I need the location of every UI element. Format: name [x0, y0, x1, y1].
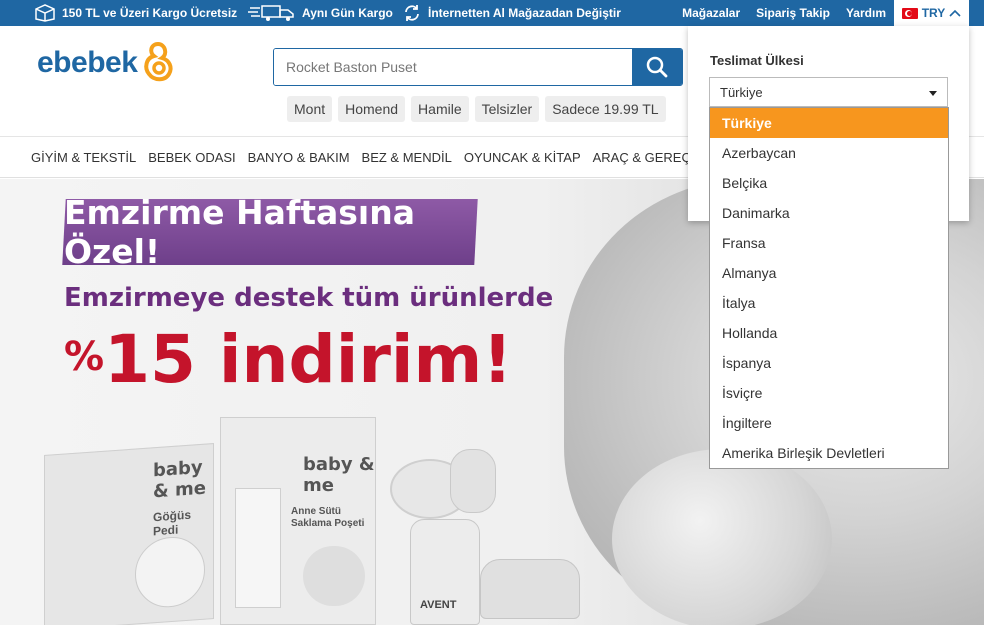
- country-select-value: Türkiye: [720, 84, 763, 100]
- search-icon: [646, 56, 668, 78]
- logo[interactable]: ebebek: [37, 40, 175, 86]
- pump-motor-unit: [480, 559, 580, 619]
- promo-same-day[interactable]: Aynı Gün Kargo: [248, 0, 393, 26]
- promo-free-shipping-text: 150 TL ve Üzeri Kargo Ücretsiz: [62, 6, 238, 20]
- pump-handle: [450, 449, 496, 513]
- banner-discount-text: 15 indirim!: [104, 321, 513, 398]
- pump-brand: AVENT: [420, 599, 457, 611]
- product-milk-bag: baby & me Anne Sütü Saklama Poşeti: [220, 417, 376, 625]
- banner-percent-sign: %: [64, 334, 105, 380]
- country-option-ispanya[interactable]: İspanya: [710, 348, 948, 378]
- country-option-hollanda[interactable]: Hollanda: [710, 318, 948, 348]
- quick-tag[interactable]: Sadece 19.99 TL: [545, 96, 666, 122]
- promo-exchange-text: İnternetten Al Mağazadan Değiştir: [428, 6, 621, 20]
- product-pad-image: [135, 534, 205, 610]
- country-options-list: Türkiye Azerbaycan Belçika Danimarka Fra…: [709, 107, 949, 469]
- truck-icon: [248, 5, 294, 21]
- quick-tag[interactable]: Homend: [338, 96, 406, 122]
- quick-tags: Mont Homend Hamile Telsizler Sadece 19.9…: [287, 96, 666, 122]
- search-box: [273, 48, 683, 86]
- country-option-fransa[interactable]: Fransa: [710, 228, 948, 258]
- country-option-almanya[interactable]: Almanya: [710, 258, 948, 288]
- logo-text: ebebek: [37, 46, 138, 79]
- promo-same-day-text: Aynı Gün Kargo: [302, 6, 393, 20]
- top-bar: 150 TL ve Üzeri Kargo Ücretsiz Aynı Gün …: [0, 0, 984, 26]
- currency-selector[interactable]: TRY: [894, 0, 969, 26]
- product-name: Anne Sütü Saklama Poşeti: [291, 506, 365, 529]
- search-button[interactable]: [632, 49, 682, 85]
- product-brand: baby & me: [153, 456, 206, 503]
- chevron-up-icon: [949, 9, 961, 17]
- nav-item-toys-books[interactable]: OYUNCAK & KİTAP: [464, 150, 581, 165]
- country-option-turkiye[interactable]: Türkiye: [710, 108, 948, 138]
- box-icon: [35, 4, 55, 22]
- product-name: Göğüs Pedi: [153, 507, 191, 539]
- nav-item-baby-room[interactable]: BEBEK ODASI: [148, 150, 235, 165]
- nav-item-equipment[interactable]: ARAÇ & GEREÇ: [593, 150, 691, 165]
- link-order-tracking[interactable]: Sipariş Takip: [756, 6, 830, 20]
- nav-item-clothing[interactable]: GİYİM & TEKSTİL: [31, 150, 136, 165]
- quick-tag[interactable]: Telsizler: [474, 96, 540, 122]
- exchange-icon: [405, 5, 419, 21]
- promo-exchange[interactable]: İnternetten Al Mağazadan Değiştir: [402, 0, 621, 26]
- quick-tag[interactable]: Hamile: [411, 96, 469, 122]
- turkey-flag-icon: [901, 7, 918, 19]
- banner-badge-text: Emzirme Haftasına Özel!: [64, 193, 415, 271]
- country-select-dropdown[interactable]: Türkiye: [709, 77, 948, 107]
- country-option-isvicre[interactable]: İsviçre: [710, 378, 948, 408]
- banner-subtitle: Emzirmeye destek tüm ürünlerde: [64, 283, 554, 313]
- quick-tag[interactable]: Mont: [287, 96, 333, 122]
- product-brand: baby & me: [303, 454, 375, 496]
- logo-mark-icon: [144, 41, 173, 82]
- product-breast-pad: baby & me Göğüs Pedi: [44, 443, 214, 625]
- nav-item-diaper-wipes[interactable]: BEZ & MENDİL: [362, 150, 452, 165]
- country-option-danimarka[interactable]: Danimarka: [710, 198, 948, 228]
- link-stores[interactable]: Mağazalar: [682, 6, 740, 20]
- search-input[interactable]: [274, 49, 632, 85]
- country-option-abd[interactable]: Amerika Birleşik Devletleri: [710, 438, 948, 468]
- banner-discount: %15 indirim!: [64, 327, 512, 393]
- top-links: Mağazalar Sipariş Takip Yardım: [682, 0, 886, 26]
- banner-badge: Emzirme Haftasına Özel!: [62, 193, 478, 271]
- country-option-italya[interactable]: İtalya: [710, 288, 948, 318]
- product-bag-image: [235, 488, 281, 608]
- caret-down-icon: [929, 91, 937, 96]
- nav-item-bath-care[interactable]: BANYO & BAKIM: [248, 150, 350, 165]
- link-help[interactable]: Yardım: [846, 6, 886, 20]
- product-baby-photo: [303, 546, 365, 606]
- country-selector-title: Teslimat Ülkesi: [710, 53, 804, 68]
- currency-code: TRY: [921, 6, 946, 20]
- promo-free-shipping[interactable]: 150 TL ve Üzeri Kargo Ücretsiz: [34, 0, 237, 26]
- banner-baby-image: [612, 449, 832, 625]
- country-option-ingiltere[interactable]: İngiltere: [710, 408, 948, 438]
- country-option-azerbaycan[interactable]: Azerbaycan: [710, 138, 948, 168]
- country-option-belcika[interactable]: Belçika: [710, 168, 948, 198]
- product-breast-pump: AVENT: [380, 449, 590, 625]
